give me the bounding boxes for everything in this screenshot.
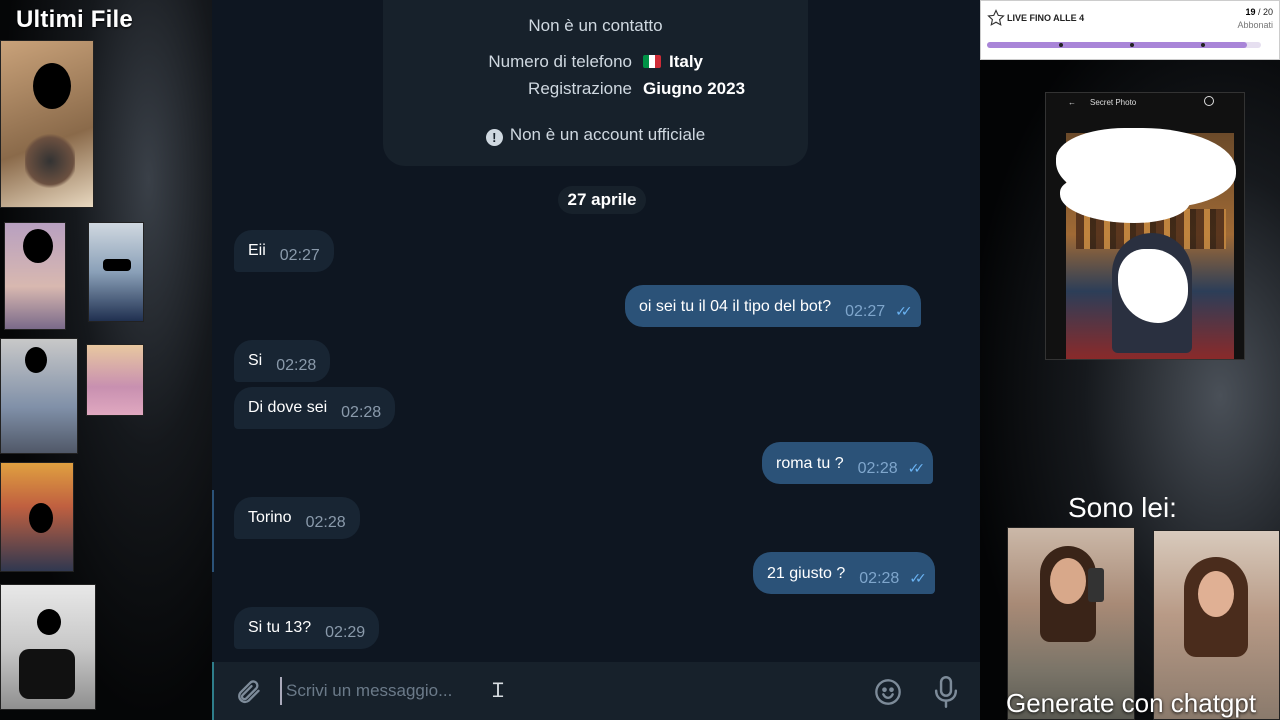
stream-overlay: Ultimi File Non è un contatto Numero di …: [0, 0, 1280, 720]
message-time: 02:29: [325, 624, 366, 641]
recent-files-panel: Ultimi File: [0, 0, 212, 720]
message-input[interactable]: [280, 677, 840, 705]
message-out[interactable]: roma tu ? 02:28 ✓✓: [762, 442, 934, 484]
live-count-current: 19: [1245, 7, 1256, 17]
star-icon: [987, 9, 1005, 26]
emoji-icon[interactable]: [874, 678, 902, 706]
phone-title: Secret Photo: [1090, 98, 1137, 107]
back-arrow-icon: ←: [1068, 98, 1076, 107]
phone-country: Italy: [669, 52, 704, 71]
message-time: 02:28: [305, 514, 346, 531]
phone-header: ← Secret Photo: [1046, 93, 1244, 113]
secret-photo: [1056, 128, 1236, 359]
message-text: Di dove sei: [248, 399, 328, 416]
live-count: 19 / 20: [1245, 7, 1273, 17]
caption-top: Sono lei:: [1068, 492, 1177, 523]
not-contact-label: Non è un contatto: [528, 16, 663, 35]
message-time: 02:28: [859, 570, 900, 587]
photo-thumbnail[interactable]: [4, 222, 66, 330]
progress-marker: [1130, 43, 1134, 47]
paperclip-icon[interactable]: [234, 678, 262, 706]
italy-flag-icon: [643, 55, 661, 68]
read-ticks-icon: ✓✓: [909, 570, 927, 586]
warning-text: Non è un account ufficiale: [509, 125, 706, 144]
message-time: 02:27: [845, 303, 886, 320]
photo-thumbnail[interactable]: [0, 338, 78, 454]
message-text: roma tu ?: [776, 455, 844, 472]
message-text: Torino: [248, 509, 292, 526]
live-sub: Abbonati: [1237, 20, 1273, 30]
message-text: 21 giusto ?: [767, 565, 846, 582]
unofficial-warning: ! Non è un account ufficiale: [383, 125, 808, 146]
overlay-right-panel: LIVE FINO ALLE 4 19 / 20 Abbonati ← Secr…: [980, 0, 1280, 720]
contact-info-card: Non è un contatto Numero di telefono Ita…: [383, 0, 808, 166]
message-text: Eii: [248, 242, 266, 259]
goal-progress-fill: [987, 42, 1248, 48]
recent-files-title: Ultimi File: [16, 6, 133, 33]
message-time: 02:28: [341, 404, 382, 421]
progress-marker: [1059, 43, 1063, 47]
message-time: 02:28: [857, 460, 898, 477]
message-time: 02:28: [276, 357, 317, 374]
message-text: oi sei tu il 04 il tipo del bot?: [639, 298, 832, 315]
timer-icon: [1204, 96, 1214, 106]
message-in[interactable]: Torino 02:28: [234, 497, 360, 539]
goal-progress-bar: [987, 42, 1261, 48]
message-in[interactable]: Si tu 13? 02:29: [234, 607, 380, 649]
photo-thumbnail[interactable]: [86, 344, 144, 416]
message-composer: Ｉ: [212, 662, 980, 720]
read-ticks-icon: ✓✓: [895, 303, 913, 319]
read-ticks-icon: ✓✓: [907, 460, 926, 476]
registration-label: Registrazione: [528, 79, 632, 98]
registration-value: Giugno 2023: [643, 79, 746, 98]
live-label: LIVE FINO ALLE 4: [1007, 13, 1085, 23]
message-in[interactable]: Di dove sei 02:28: [234, 387, 396, 429]
microphone-icon[interactable]: [934, 676, 958, 708]
photo-thumbnail[interactable]: [0, 40, 94, 208]
chat-window: Non è un contatto Numero di telefono Ita…: [212, 0, 980, 720]
message-in[interactable]: Eii 02:27: [234, 230, 334, 272]
message-time: 02:27: [279, 247, 320, 264]
text-cursor-icon: Ｉ: [488, 680, 508, 702]
phone-label: Numero di telefono: [488, 52, 632, 71]
photo-thumbnail[interactable]: [0, 584, 96, 710]
phone-screenshot: ← Secret Photo: [1045, 92, 1245, 360]
photo-thumbnail[interactable]: [88, 222, 144, 322]
selection-indicator: [212, 490, 214, 572]
live-goal-widget: LIVE FINO ALLE 4 19 / 20 Abbonati: [980, 0, 1280, 60]
exclamation-icon: !: [485, 129, 503, 146]
caption-bottom: Generate con chatgpt: [1006, 688, 1257, 718]
photo-thumbnail[interactable]: [0, 462, 74, 572]
date-separator: 27 aprile: [558, 186, 646, 214]
progress-marker: [1201, 43, 1205, 47]
message-out[interactable]: 21 giusto ? 02:28 ✓✓: [753, 552, 935, 594]
message-text: Si: [248, 352, 263, 369]
message-in[interactable]: Si 02:28: [234, 340, 331, 382]
message-out[interactable]: oi sei tu il 04 il tipo del bot? 02:27 ✓✓: [625, 285, 921, 327]
phone-value: Italy: [643, 52, 703, 72]
message-text: Si tu 13?: [248, 619, 312, 636]
live-count-total: / 20: [1257, 7, 1273, 17]
